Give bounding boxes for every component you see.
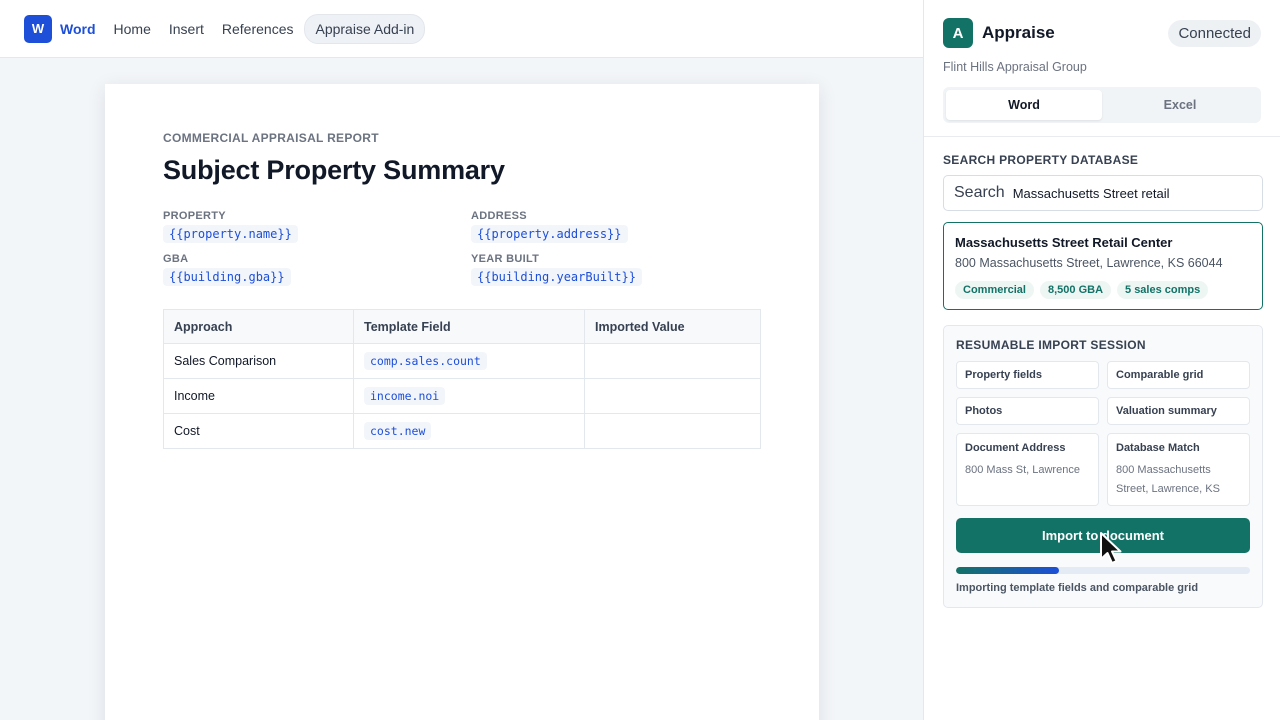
connection-status-badge: Connected <box>1168 19 1261 47</box>
address-comparison: Document Address 800 Mass St, Lawrence D… <box>956 425 1250 506</box>
result-address: 800 Massachusetts Street, Lawrence, KS 6… <box>955 256 1223 270</box>
taskpane-header: A Appraise Connected Flint Hills Apprais… <box>924 0 1280 137</box>
mouse-pointer-icon <box>1100 532 1122 564</box>
template-token[interactable]: {{property.address}} <box>471 225 628 243</box>
session-item-photos[interactable]: Photos <box>956 397 1099 425</box>
field-label: PROPERTY <box>163 210 226 222</box>
template-field-code[interactable]: income.noi <box>364 387 446 405</box>
table-row: Income income.noi <box>163 378 761 414</box>
organization-name: Flint Hills Appraisal Group <box>943 60 1087 74</box>
document-address-label: Document Address <box>965 442 1066 454</box>
tab-insert[interactable]: Insert <box>160 15 213 43</box>
field-address: ADDRESS {{property.address}} <box>471 210 761 243</box>
addin-title: Appraise <box>982 23 1055 42</box>
template-field-code[interactable]: comp.sales.count <box>364 352 487 370</box>
field-label: YEAR BUILT <box>471 253 540 265</box>
session-items: Property fields Comparable grid Photos V… <box>956 361 1250 425</box>
host-switcher: Word Excel <box>943 87 1261 123</box>
approach-cell: Income <box>163 378 354 414</box>
tab-references[interactable]: References <box>213 15 303 43</box>
session-item-property-fields[interactable]: Property fields <box>956 361 1099 389</box>
approach-cell: Cost <box>163 413 354 449</box>
app-brand: Word <box>60 20 96 37</box>
database-match-label: Database Match <box>1116 442 1200 454</box>
template-field-cell: comp.sales.count <box>353 343 585 379</box>
search-input[interactable] <box>1012 185 1252 201</box>
document-canvas: COMMERCIAL APPRAISAL REPORT Subject Prop… <box>0 58 923 720</box>
imported-value-cell[interactable] <box>584 343 761 379</box>
template-token[interactable]: {{property.name}} <box>163 225 298 243</box>
search-box[interactable]: Search <box>943 175 1263 211</box>
document-address-value: 800 Mass St, Lawrence <box>965 464 1080 476</box>
import-progress-fill <box>956 567 1059 574</box>
imported-value-cell[interactable] <box>584 378 761 414</box>
search-section-label: SEARCH PROPERTY DATABASE <box>943 153 1139 167</box>
session-item-valuation-summary[interactable]: Valuation summary <box>1107 397 1250 425</box>
summary-fields: PROPERTY {{property.name}} ADDRESS {{pro… <box>163 210 761 286</box>
approach-table: Approach Template Field Imported Value S… <box>163 309 761 449</box>
field-gba: GBA {{building.gba}} <box>163 253 471 286</box>
result-tags: Commercial 8,500 GBA 5 sales comps <box>955 281 1251 299</box>
session-title: RESUMABLE IMPORT SESSION <box>956 338 1146 352</box>
column-header: Imported Value <box>584 309 761 344</box>
tab-appraise-addin[interactable]: Appraise Add-in <box>304 13 426 44</box>
field-label: GBA <box>163 253 189 265</box>
appraise-taskpane: A Appraise Connected Flint Hills Apprais… <box>923 0 1280 720</box>
tab-word[interactable]: Word <box>946 90 1102 120</box>
import-progress-text: Importing template fields and comparable… <box>956 582 1199 594</box>
document-page[interactable]: COMMERCIAL APPRAISAL REPORT Subject Prop… <box>105 84 819 720</box>
column-header: Approach <box>163 309 354 344</box>
import-progress-bar <box>956 567 1250 574</box>
tag-property-type: Commercial <box>955 281 1034 299</box>
word-ribbon: W Word Home Insert References Appraise A… <box>0 0 923 58</box>
tab-home[interactable]: Home <box>105 15 160 43</box>
database-match-value: 800 Massachusetts Street, Lawrence, KS <box>1116 464 1220 495</box>
field-label: ADDRESS <box>471 210 527 222</box>
approach-cell: Sales Comparison <box>163 343 354 379</box>
page-title: Subject Property Summary <box>163 155 505 185</box>
table-row: Sales Comparison comp.sales.count <box>163 343 761 379</box>
field-year-built: YEAR BUILT {{building.yearBuilt}} <box>471 253 761 286</box>
template-token[interactable]: {{building.gba}} <box>163 268 291 286</box>
report-eyebrow: COMMERCIAL APPRAISAL REPORT <box>163 131 379 145</box>
tab-excel[interactable]: Excel <box>1102 90 1258 120</box>
ribbon-nav: Home Insert References Appraise Add-in <box>105 13 426 44</box>
document-address-box: Document Address 800 Mass St, Lawrence <box>956 433 1099 506</box>
column-header: Template Field <box>353 309 585 344</box>
search-prefix-label: Search <box>954 184 1005 201</box>
property-search: SEARCH PROPERTY DATABASE Search <box>943 153 1263 211</box>
template-field-cell: cost.new <box>353 413 585 449</box>
word-logo-icon: W <box>24 14 52 43</box>
tag-gba: 8,500 GBA <box>1039 281 1112 299</box>
result-title: Massachusetts Street Retail Center <box>955 235 1173 250</box>
table-row: Cost cost.new <box>163 413 761 449</box>
tag-sales-comps: 5 sales comps <box>1117 281 1209 299</box>
field-property: PROPERTY {{property.name}} <box>163 210 471 243</box>
table-header-row: Approach Template Field Imported Value <box>163 309 761 344</box>
database-match-box: Database Match 800 Massachusetts Street,… <box>1107 433 1250 506</box>
template-field-cell: income.noi <box>353 378 585 414</box>
template-token[interactable]: {{building.yearBuilt}} <box>471 268 642 286</box>
session-item-comparable-grid[interactable]: Comparable grid <box>1107 361 1250 389</box>
imported-value-cell[interactable] <box>584 413 761 449</box>
appraise-logo-icon: A <box>943 18 973 48</box>
search-result-card[interactable]: Massachusetts Street Retail Center 800 M… <box>943 222 1263 310</box>
template-field-code[interactable]: cost.new <box>364 422 432 440</box>
